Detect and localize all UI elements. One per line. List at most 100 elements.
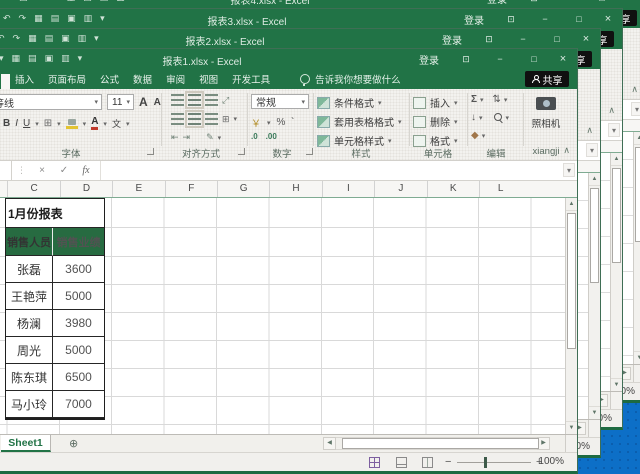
- new-sheet-icon[interactable]: ⊕: [69, 437, 78, 450]
- cell-sales-person[interactable]: 马小玲: [6, 391, 53, 418]
- underline-icon[interactable]: U: [23, 118, 30, 129]
- header-sales-performance[interactable]: 销售业绩: [53, 228, 104, 256]
- page-break-view-icon[interactable]: [422, 457, 433, 468]
- qat-icon[interactable]: ▦: [28, 32, 37, 45]
- excel-window-1[interactable]: ▾ ▦ ▤ ▣ ▥ ▾ 报表1.xlsx - Excel 登录 ⊡ − □ × …: [0, 48, 578, 474]
- delete-cells-button[interactable]: 删除: [430, 114, 450, 129]
- sheet-tab-strip[interactable]: Sheet1 ⊕ ◀ ▶: [0, 434, 577, 452]
- insert-cells-button[interactable]: 插入: [430, 95, 450, 110]
- vertical-scrollbar[interactable]: ▲ ▼: [565, 198, 577, 434]
- collapse-ribbon-icon[interactable]: ∧: [631, 85, 638, 94]
- scrollbar-thumb[interactable]: [590, 188, 599, 283]
- align-top-icon[interactable]: [171, 94, 184, 106]
- title-bar[interactable]: ▣ ↶ ↷ ▦ ▤ ▣ ▥ 报表4.xlsx - Excel 登录 ⊡ − □ …: [0, 0, 640, 8]
- column-header[interactable]: D: [61, 181, 113, 197]
- cell-sales-person[interactable]: 杨澜: [6, 310, 53, 337]
- orientation-icon[interactable]: ⤢: [222, 95, 229, 106]
- scrollbar-thumb[interactable]: [612, 168, 621, 263]
- column-header[interactable]: H: [270, 181, 322, 197]
- currency-icon[interactable]: ￥: [251, 115, 261, 130]
- column-header[interactable]: L: [480, 181, 577, 197]
- cell-sales-value[interactable]: 7000: [53, 391, 104, 418]
- undo-icon[interactable]: ↶: [0, 32, 5, 45]
- header-sales-person[interactable]: 销售人员: [6, 228, 53, 256]
- alignment-dialog-launcher-icon[interactable]: [238, 148, 245, 155]
- font-dialog-launcher-icon[interactable]: [147, 148, 154, 155]
- scroll-up-icon[interactable]: ▲: [589, 173, 600, 186]
- scroll-down-icon[interactable]: ▼: [589, 406, 600, 419]
- collapse-ribbon-icon[interactable]: ∧: [608, 106, 615, 115]
- number-dialog-launcher-icon[interactable]: [306, 148, 313, 155]
- ribbon-options-button[interactable]: ⊡: [472, 34, 506, 45]
- scroll-down-icon[interactable]: ▼: [634, 351, 640, 364]
- qat-icon[interactable]: ▦: [34, 12, 43, 25]
- undo-icon[interactable]: ↶: [3, 12, 11, 25]
- zoom-level[interactable]: 100%: [538, 456, 564, 467]
- restore-button[interactable]: □: [540, 34, 574, 44]
- close-button[interactable]: ×: [574, 33, 598, 45]
- name-box[interactable]: [1, 161, 12, 180]
- quick-access-toolbar[interactable]: ↶ ↷ ▦ ▤ ▣ ▥ ▾: [3, 12, 105, 25]
- enter-icon[interactable]: ✓: [53, 165, 75, 176]
- scrollbar-thumb[interactable]: [342, 438, 539, 449]
- column-header[interactable]: F: [166, 181, 218, 197]
- scroll-left-icon[interactable]: ◀: [323, 437, 336, 450]
- quick-access-toolbar[interactable]: ▾ ▦ ▤ ▣ ▥ ▾: [0, 52, 82, 65]
- grow-font-icon[interactable]: A: [139, 95, 148, 109]
- expand-formula-bar-icon[interactable]: ▾: [586, 143, 598, 157]
- sign-in-button[interactable]: 登录: [409, 52, 449, 67]
- column-header[interactable]: K: [428, 181, 480, 197]
- camera-button[interactable]: 照相机: [527, 116, 565, 130]
- restore-button[interactable]: □: [585, 0, 619, 3]
- qat-icon[interactable]: ▦: [12, 52, 21, 65]
- comma-icon[interactable]: ՝: [291, 117, 293, 128]
- quick-access-toolbar[interactable]: ↶ ↷ ▦ ▤ ▣ ▥ ▾: [0, 32, 99, 45]
- scroll-up-icon[interactable]: ▲: [611, 153, 622, 166]
- orientation-abc-icon[interactable]: ✎: [206, 132, 214, 143]
- tell-me-box[interactable]: 告诉我你想要做什么: [300, 72, 401, 86]
- expand-formula-bar-icon[interactable]: ▾: [631, 102, 640, 116]
- qat-more-icon[interactable]: ▾: [78, 52, 83, 65]
- minimize-button[interactable]: −: [551, 0, 585, 3]
- tab-developer[interactable]: 开发工具: [232, 72, 270, 86]
- sales-table[interactable]: 1月份报表 销售人员 销售业绩 张磊 3600 王艳萍 5000 杨澜 3980: [5, 198, 105, 420]
- cell-sales-value[interactable]: 3980: [53, 310, 104, 337]
- font-color-icon[interactable]: A: [91, 117, 98, 130]
- autosum-icon[interactable]: Σ: [471, 94, 477, 105]
- vertical-scrollbar[interactable]: ▲ ▼: [588, 173, 600, 419]
- zoom-slider-thumb[interactable]: [484, 457, 487, 468]
- print-icon[interactable]: ▥: [84, 12, 93, 25]
- sheet-tab-sheet1[interactable]: Sheet1: [1, 435, 51, 452]
- align-center-icon[interactable]: [188, 113, 201, 125]
- cell-report-title[interactable]: 1月份报表: [6, 199, 104, 228]
- qat-icon[interactable]: ▣: [61, 32, 70, 45]
- cancel-icon[interactable]: ×: [31, 165, 53, 176]
- normal-view-icon[interactable]: [369, 457, 380, 468]
- close-button[interactable]: ×: [551, 53, 575, 65]
- page-layout-view-icon[interactable]: [396, 457, 407, 468]
- minimize-button[interactable]: −: [506, 34, 540, 44]
- qat-icon[interactable]: ▣: [67, 12, 76, 25]
- vertical-scrollbar[interactable]: ▲ ▼: [633, 132, 640, 364]
- collapse-ribbon-icon[interactable]: ∧: [586, 126, 593, 135]
- ribbon-options-button[interactable]: ⊡: [449, 54, 483, 65]
- expand-formula-bar-icon[interactable]: ▾: [608, 123, 620, 137]
- increase-decimal-icon[interactable]: .0: [251, 132, 258, 141]
- scrollbar-thumb[interactable]: [635, 147, 640, 242]
- scroll-up-icon[interactable]: ▲: [634, 132, 640, 145]
- qat-more-icon[interactable]: ▾: [94, 32, 99, 45]
- formula-bar[interactable]: ⋮ × ✓ fx ▾: [0, 161, 577, 181]
- phonetic-guide-icon[interactable]: 文: [112, 117, 121, 130]
- conditional-formatting-button[interactable]: 条件格式: [334, 95, 374, 110]
- borders-icon[interactable]: ⊞: [44, 118, 52, 129]
- cell-sales-person[interactable]: 王艳萍: [6, 283, 53, 310]
- align-bottom-icon[interactable]: [205, 94, 218, 106]
- bold-icon[interactable]: B: [3, 118, 10, 129]
- find-select-icon[interactable]: [494, 113, 503, 122]
- undo-icon[interactable]: ↶: [36, 0, 44, 4]
- qat-icon[interactable]: ▤: [28, 52, 37, 65]
- camera-icon[interactable]: [536, 97, 556, 110]
- qat-icon[interactable]: ▦: [67, 0, 76, 4]
- fill-color-icon[interactable]: [66, 119, 78, 129]
- minimize-button[interactable]: −: [483, 54, 517, 64]
